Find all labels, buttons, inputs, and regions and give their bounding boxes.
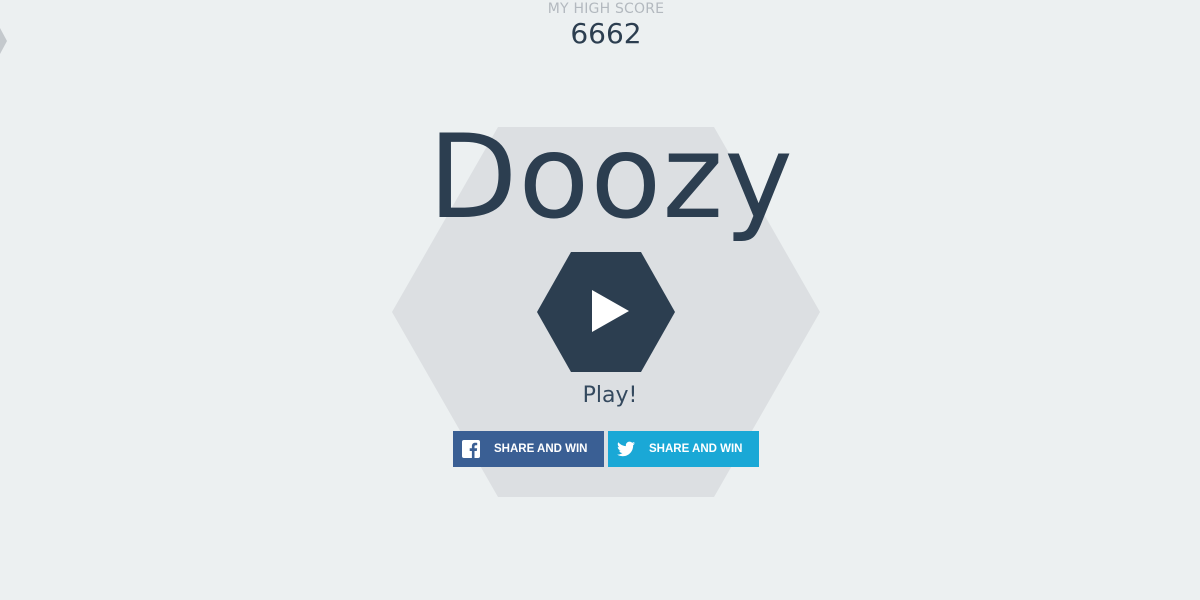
game-title: Doozy <box>428 110 794 245</box>
facebook-share-label: SHARE AND WIN <box>494 443 588 455</box>
facebook-icon <box>462 440 480 458</box>
game-screen: MY HIGH SCORE 6662 Doozy Play! SHARE AND… <box>0 0 1200 600</box>
high-score-label: MY HIGH SCORE <box>547 1 665 17</box>
twitter-share-button[interactable]: SHARE AND WIN <box>608 431 759 467</box>
facebook-share-button[interactable]: SHARE AND WIN <box>453 431 604 467</box>
play-button[interactable] <box>537 252 675 372</box>
twitter-icon <box>617 440 635 458</box>
play-label[interactable]: Play! <box>0 383 1200 408</box>
high-score-value: 6662 <box>570 17 642 50</box>
twitter-share-label: SHARE AND WIN <box>649 443 743 455</box>
